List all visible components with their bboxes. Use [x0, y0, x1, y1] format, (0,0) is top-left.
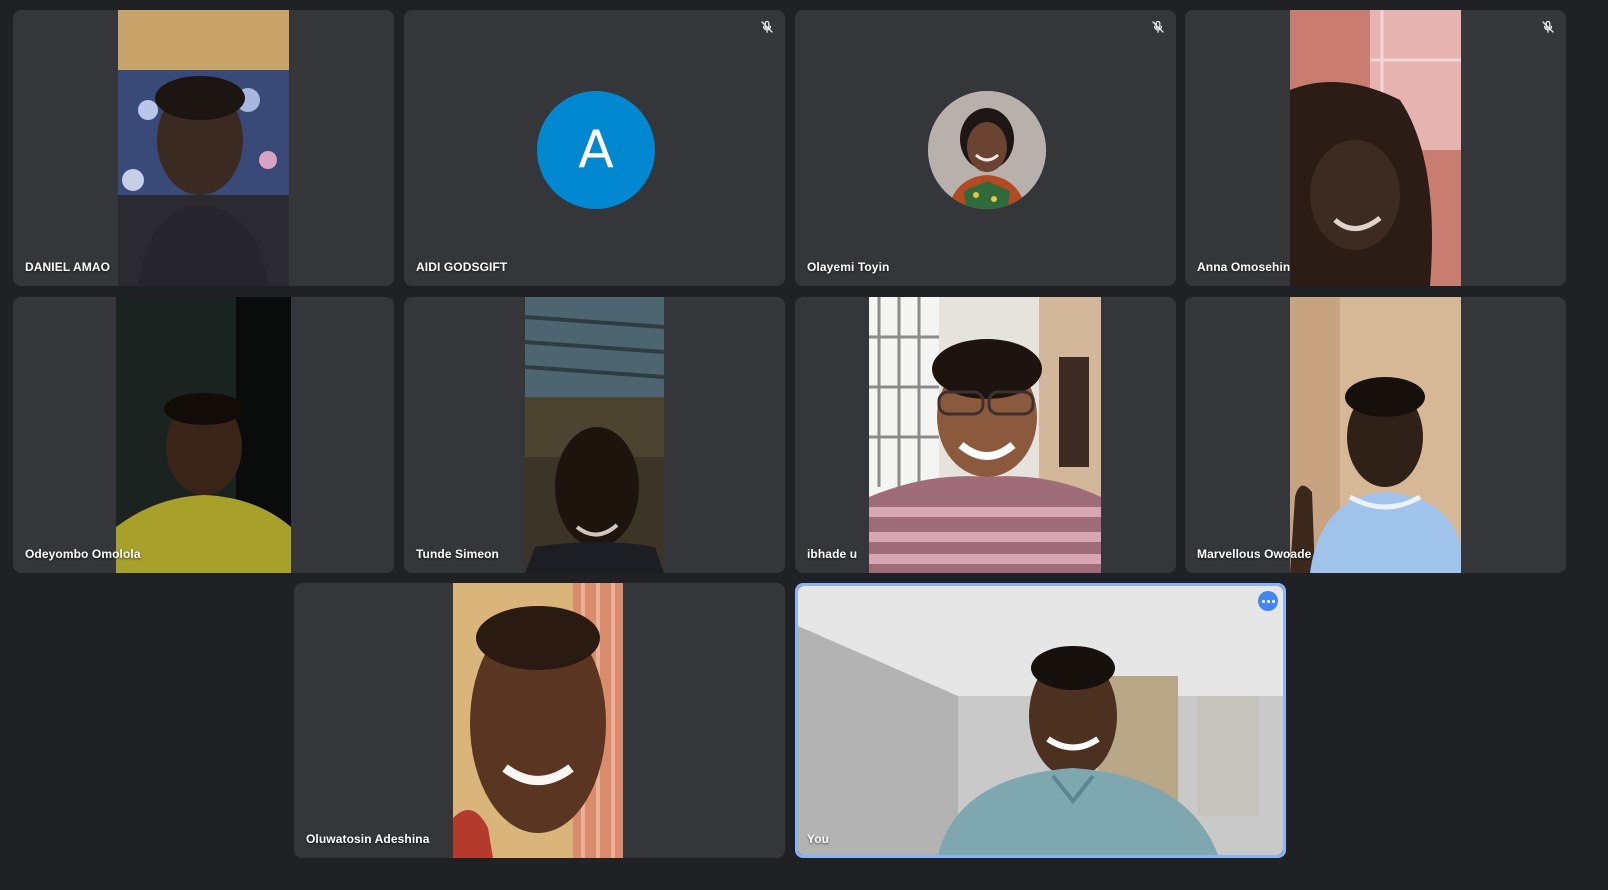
- participant-tile[interactable]: Marvellous Owoade: [1185, 297, 1566, 573]
- participant-tile[interactable]: Olayemi Toyin: [795, 10, 1176, 286]
- participant-video: [869, 297, 1101, 573]
- participant-video: [1290, 10, 1461, 286]
- participant-tile[interactable]: Oluwatosin Adeshina: [294, 583, 785, 858]
- participant-video: [1290, 297, 1461, 573]
- participant-tile[interactable]: ibhade u: [795, 297, 1176, 573]
- participant-video: [116, 297, 291, 573]
- participant-tile[interactable]: Tunde Simeon: [404, 297, 785, 573]
- mic-off-icon: [1540, 19, 1556, 35]
- participant-name: Olayemi Toyin: [807, 260, 890, 274]
- participant-tile[interactable]: DANIEL AMAO: [13, 10, 394, 286]
- participant-name: DANIEL AMAO: [25, 260, 111, 274]
- participant-video: [118, 10, 289, 286]
- participant-name: You: [807, 832, 830, 846]
- participant-avatar: A: [537, 91, 655, 209]
- participant-avatar: [928, 91, 1046, 209]
- participant-name: AIDI GODSGIFT: [416, 260, 508, 274]
- participant-name: Tunde Simeon: [416, 547, 499, 561]
- mic-off-icon: [759, 19, 775, 35]
- participant-tile[interactable]: Anna Omosehin: [1185, 10, 1566, 286]
- participant-name: Oluwatosin Adeshina: [306, 832, 430, 846]
- participant-video: [453, 583, 623, 858]
- more-options-icon[interactable]: [1258, 591, 1278, 611]
- participant-video: [525, 297, 664, 573]
- self-tile[interactable]: You: [795, 583, 1286, 858]
- participant-name: Odeyombo Omolola: [25, 547, 141, 561]
- participant-tile[interactable]: Odeyombo Omolola: [13, 297, 394, 573]
- participant-name: Anna Omosehin: [1197, 260, 1291, 274]
- mic-off-icon: [1150, 19, 1166, 35]
- participant-tile[interactable]: A AIDI GODSGIFT: [404, 10, 785, 286]
- self-video: [798, 586, 1283, 855]
- participant-name: ibhade u: [807, 547, 858, 561]
- participant-name: Marvellous Owoade: [1197, 547, 1312, 561]
- meeting-grid: DANIEL AMAO A AIDI GODSGIFT Olayemi Toyi…: [0, 0, 1608, 890]
